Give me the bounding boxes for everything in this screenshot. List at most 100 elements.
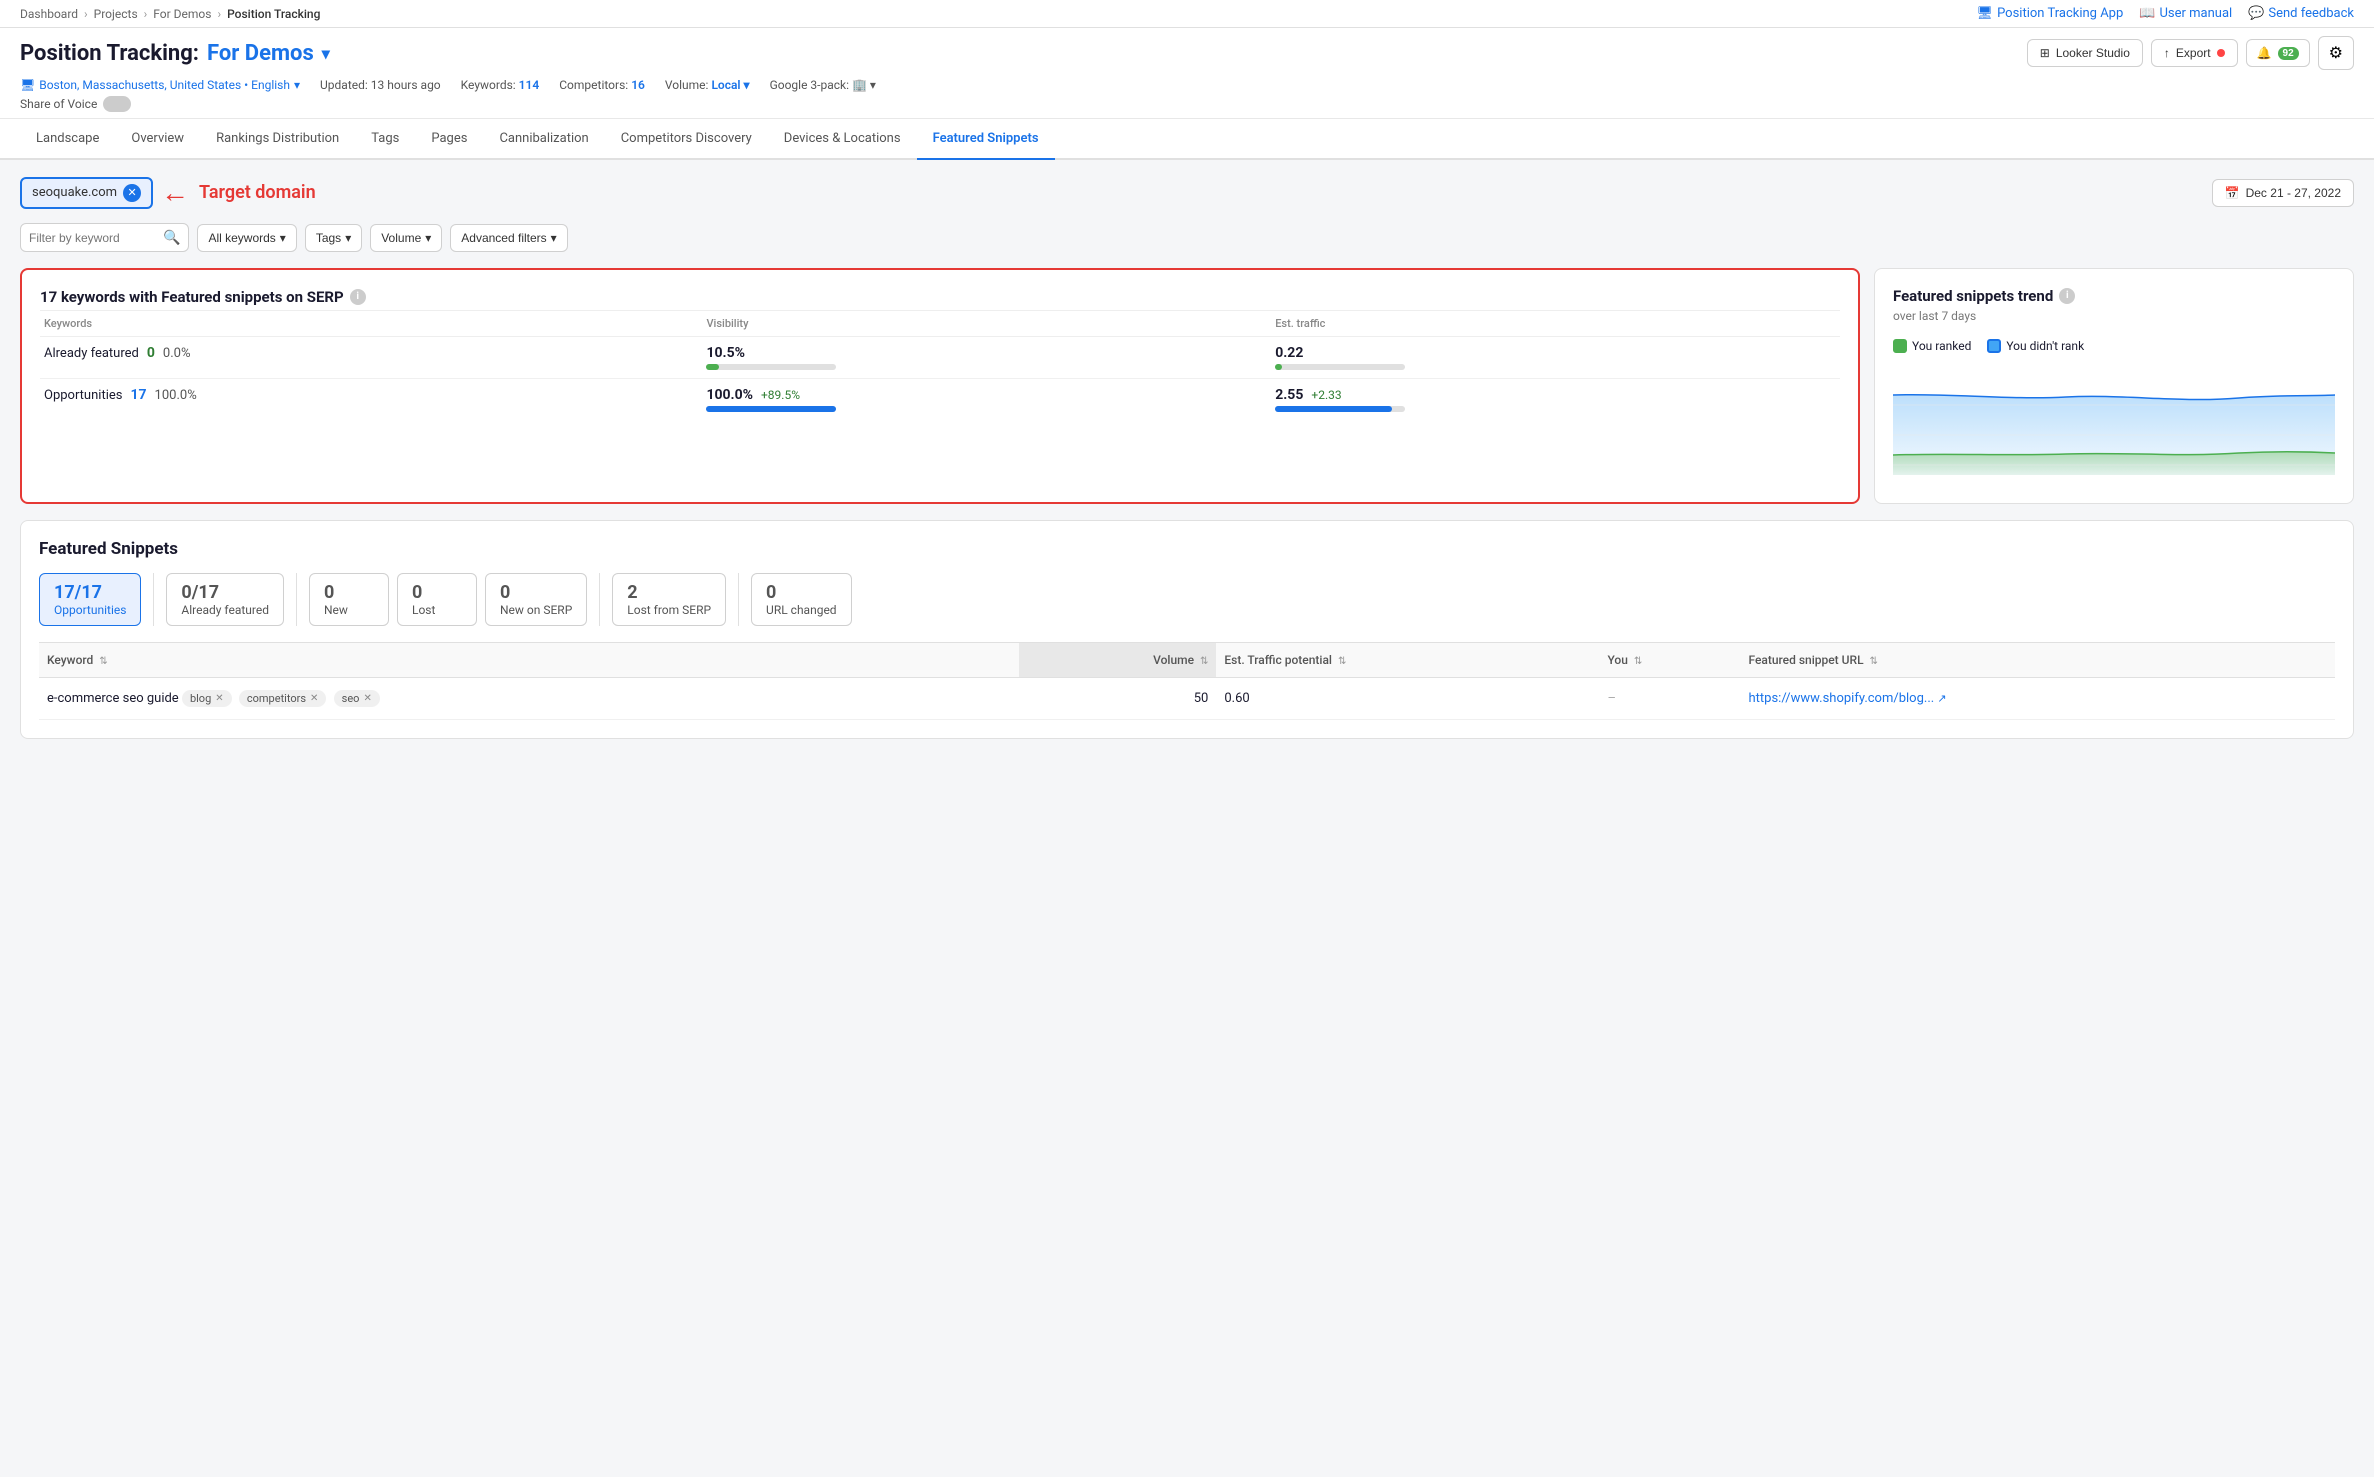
tag-blog: blog ✕: [182, 690, 232, 707]
already-featured-count[interactable]: 0: [147, 345, 155, 361]
title-blue[interactable]: For Demos: [207, 41, 314, 66]
col-traffic-header: Est. traffic: [1271, 311, 1840, 337]
gear-icon: ⚙: [2329, 45, 2343, 62]
traffic-bar-2: [1275, 406, 1392, 412]
tab-url-changed[interactable]: 0 URL changed: [751, 573, 852, 626]
stats-table: Keywords Visibility Est. traffic Already…: [40, 310, 1840, 420]
page-title: Position Tracking: For Demos ▾: [20, 41, 330, 66]
tab-devices[interactable]: Devices & Locations: [768, 119, 917, 160]
breadcrumb-projects[interactable]: Projects: [94, 7, 138, 21]
col-keywords-header: Keywords: [40, 311, 702, 337]
tab-landscape[interactable]: Landscape: [20, 119, 115, 160]
share-of-voice-toggle[interactable]: [103, 96, 131, 112]
col-url-header[interactable]: Featured snippet URL ⇅: [1741, 643, 2336, 678]
date-range-button[interactable]: 📅 Dec 21 - 27, 2022: [2212, 179, 2354, 207]
external-link-icon[interactable]: ↗: [1937, 692, 1946, 705]
table-row: Opportunities 17 100.0% 100.0% +89.5%: [40, 379, 1840, 421]
not-ranked-box: [1987, 339, 2001, 353]
col-keyword-header[interactable]: Keyword ⇅: [39, 643, 1019, 678]
keywords-label: Keywords: 114: [461, 78, 540, 92]
tab-cannibalization[interactable]: Cannibalization: [483, 119, 604, 160]
tags-filter-button[interactable]: Tags ▾: [305, 224, 362, 252]
traffic-cell: 0.22: [1271, 337, 1840, 379]
annotation-text: Target domain: [199, 182, 316, 203]
export-button[interactable]: ↑ Export: [2151, 39, 2238, 67]
title-caret[interactable]: ▾: [322, 44, 330, 63]
keywords-card: 17 keywords with Featured snippets on SE…: [20, 268, 1860, 504]
tag-remove-blog[interactable]: ✕: [215, 693, 223, 704]
tab-new-on-serp[interactable]: 0 New on SERP: [485, 573, 587, 626]
notification-button[interactable]: 🔔 92: [2246, 39, 2310, 67]
tab-divider: [153, 573, 154, 626]
trend-info-icon[interactable]: i: [2059, 288, 2075, 304]
col-traffic-header[interactable]: Est. Traffic potential ⇅: [1216, 643, 1599, 678]
tab-overview[interactable]: Overview: [115, 119, 200, 160]
keywords-card-title: 17 keywords with Featured snippets on SE…: [40, 288, 1840, 306]
location-link[interactable]: 🖥 Boston, Massachusetts, United States •…: [20, 78, 300, 92]
google3pack-icon[interactable]: 🏢 ▾: [852, 78, 876, 92]
visibility-bar-2: [706, 406, 836, 412]
tag-remove-seo[interactable]: ✕: [363, 693, 371, 704]
advanced-filters-button[interactable]: Advanced filters ▾: [450, 224, 567, 252]
traffic-plus: +2.33: [1311, 388, 1341, 402]
traffic-bar-wrap: [1275, 364, 1405, 370]
visibility-bar: [706, 364, 719, 370]
sort-icon-3: ⇅: [1338, 656, 1346, 667]
all-keywords-button[interactable]: All keywords ▾: [197, 224, 296, 252]
info-icon[interactable]: i: [350, 289, 366, 305]
notification-badge: 92: [2278, 47, 2299, 60]
bell-icon: 🔔: [2257, 46, 2272, 60]
volume-filter-button[interactable]: Volume ▾: [370, 224, 442, 252]
trend-card-title: Featured snippets trend i: [1893, 287, 2335, 305]
tab-featured-snippets[interactable]: Featured Snippets: [917, 119, 1055, 160]
tab-competitors[interactable]: Competitors Discovery: [605, 119, 768, 160]
tab-new[interactable]: 0 New: [309, 573, 389, 626]
domain-chip: seoquake.com ✕: [20, 177, 153, 209]
tab-lost[interactable]: 0 Lost: [397, 573, 477, 626]
traffic-cell: 0.60: [1216, 678, 1599, 720]
chevron-down-icon: ▾: [280, 231, 286, 245]
tag-competitors: competitors ✕: [239, 690, 327, 707]
snippet-url-link[interactable]: https://www.shopify.com/blog...: [1749, 691, 1935, 706]
search-input[interactable]: [29, 231, 159, 245]
already-featured-pct: 0.0%: [163, 346, 191, 361]
settings-button[interactable]: ⚙: [2318, 36, 2354, 70]
tab-divider-3: [599, 573, 600, 626]
arrow-annotation: ← Target domain: [161, 176, 316, 209]
manual-link[interactable]: 📖 User manual: [2139, 6, 2232, 21]
visibility-cell: 10.5%: [702, 337, 1271, 379]
trend-legend: You ranked You didn't rank: [1893, 339, 2335, 353]
google3pack-label: Google 3-pack: 🏢 ▾: [770, 78, 876, 92]
trend-chart: [1893, 365, 2335, 485]
feedback-link[interactable]: 💬 Send feedback: [2248, 6, 2354, 21]
tab-lost-from-serp[interactable]: 2 Lost from SERP: [612, 573, 726, 626]
tab-pages[interactable]: Pages: [415, 119, 483, 160]
row-label: Already featured 0 0.0%: [40, 337, 702, 379]
tag-remove-competitors[interactable]: ✕: [310, 693, 318, 704]
legend-ranked: You ranked: [1893, 339, 1971, 353]
breadcrumb-fordemos[interactable]: For Demos: [153, 7, 211, 21]
col-visibility-header: Visibility: [702, 311, 1271, 337]
traffic-value: 0.22: [1275, 345, 1836, 361]
domain-remove-button[interactable]: ✕: [123, 184, 141, 202]
tab-rankings[interactable]: Rankings Distribution: [200, 119, 355, 160]
chevron-down-icon: ▾: [425, 231, 431, 245]
app-link[interactable]: 🖥 Position Tracking App: [1977, 6, 2124, 21]
col-you-header[interactable]: You ⇅: [1599, 643, 1740, 678]
breadcrumb-dashboard[interactable]: Dashboard: [20, 7, 78, 21]
location-icon: 🖥: [20, 78, 35, 92]
col-volume-header[interactable]: Volume ⇅: [1019, 643, 1217, 678]
sort-icon: ⇅: [99, 656, 107, 667]
main-grid: 17 keywords with Featured snippets on SE…: [20, 268, 2354, 504]
opportunities-count[interactable]: 17: [130, 387, 146, 403]
content: seoquake.com ✕ ← Target domain 📅 Dec 21 …: [0, 160, 2374, 769]
looker-button[interactable]: ⊞ Looker Studio: [2027, 39, 2143, 67]
tab-opportunities[interactable]: 17/17 Opportunities: [39, 573, 141, 626]
share-of-voice-row: Share of Voice: [20, 96, 2354, 112]
legend-not-ranked: You didn't rank: [1987, 339, 2084, 353]
visibility-plus: +89.5%: [761, 388, 800, 402]
tab-already-featured[interactable]: 0/17 Already featured: [166, 573, 284, 626]
search-button[interactable]: 🔍: [163, 229, 180, 246]
tab-tags[interactable]: Tags: [355, 119, 415, 160]
snippets-section: Featured Snippets 17/17 Opportunities 0/…: [20, 520, 2354, 739]
